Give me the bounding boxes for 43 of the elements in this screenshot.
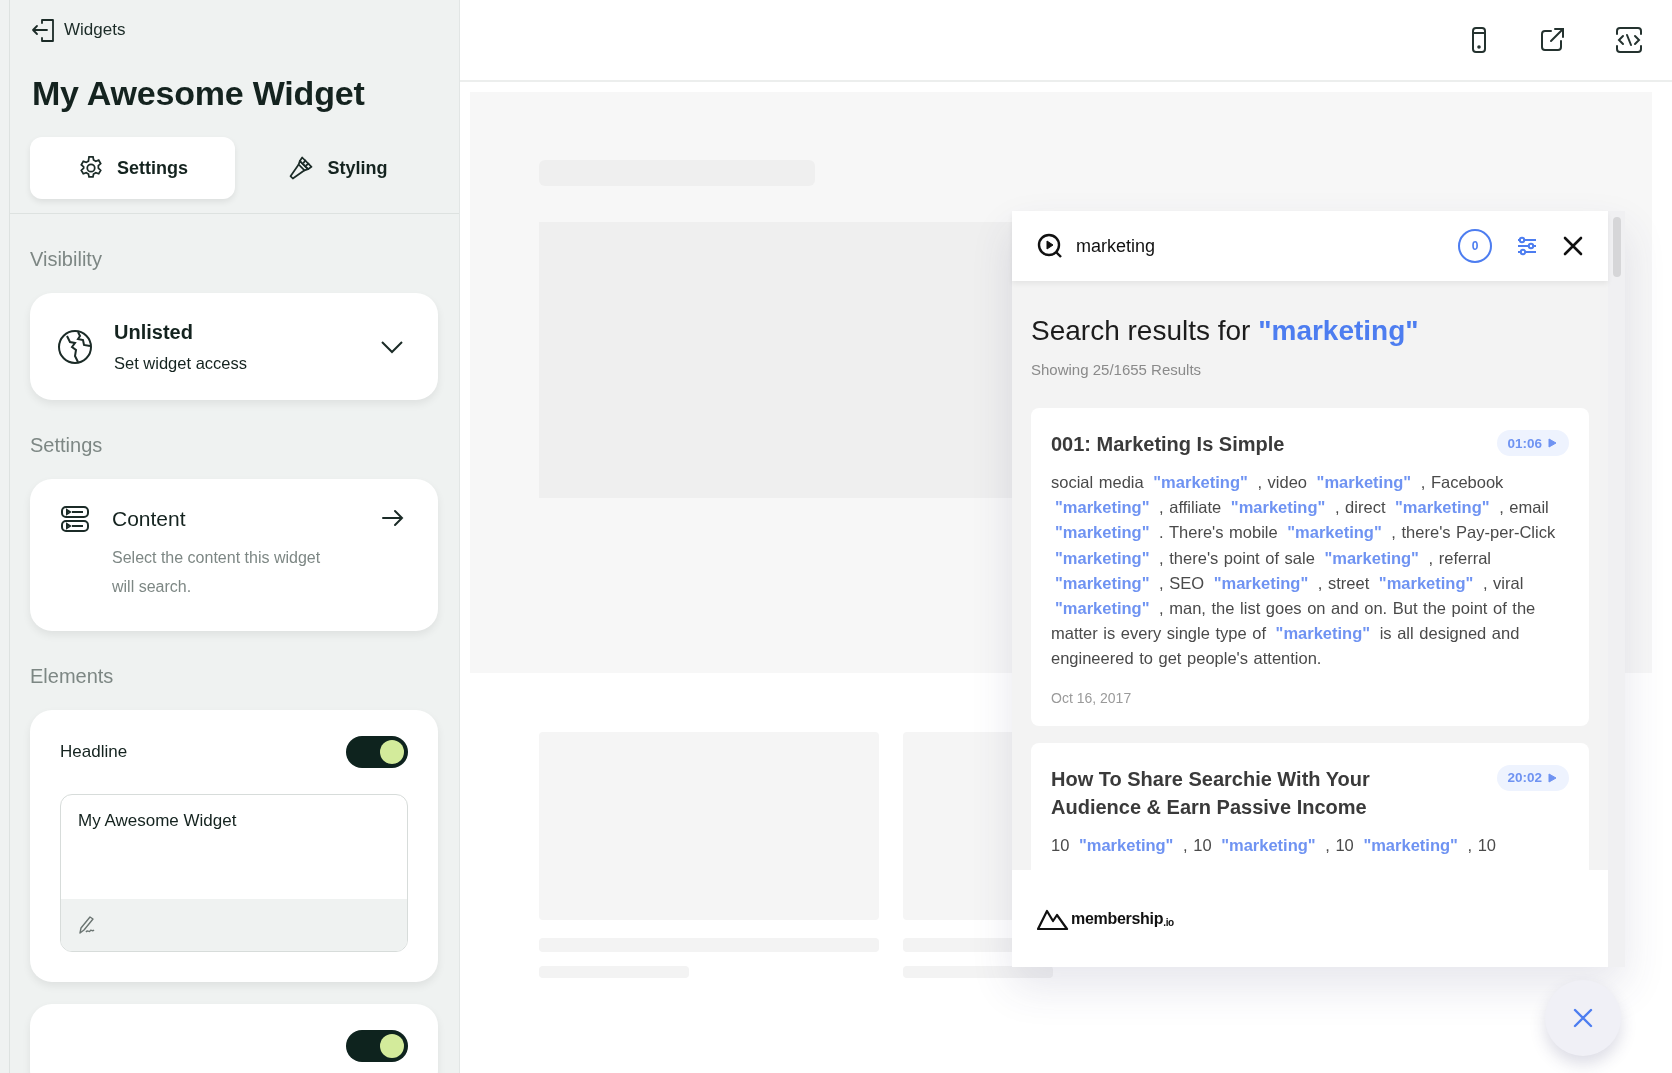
widget-title: My Awesome Widget bbox=[32, 74, 366, 113]
brand-name: membership$_{.io}$ bbox=[1071, 909, 1174, 928]
close-icon bbox=[1571, 1006, 1595, 1030]
result-snippet: social media "marketing" , video "marketing" , Facebook "marketing" , affiliate "marketing" , direct "marketing" , email "marketing" . There's mobile "marketing" , there's Pay-per-Click "marketing" , there's point of sale "marketing" , referral "marketing" , SEO "marketing" , street "marketing" , viral "marketing" , man, the list goes on and on. But the point of the matter is every single type of "marketing" is all designed and engineered to get people's attention. bbox=[1051, 472, 1557, 670]
code-icon bbox=[1614, 26, 1644, 54]
result-card[interactable]: How To Share Searchie With Your Audience & Earn Passive Income 20:02 10 "marketing" , 10 "marketing" , 10 "marketing" , 10 bbox=[1031, 742, 1589, 870]
chevron-down-icon bbox=[380, 339, 404, 354]
headline-input[interactable]: My Awesome Widget bbox=[60, 794, 408, 952]
result-snippet: 10 "marketing" , 10 "marketing" , 10 "marketing" , 10 bbox=[1051, 834, 1497, 856]
sliders-icon bbox=[1516, 235, 1538, 257]
section-heading: Elements bbox=[30, 665, 115, 688]
search-icon bbox=[1036, 232, 1064, 260]
visibility-value: Unlisted bbox=[114, 320, 194, 344]
result-count-badge: 0 bbox=[1458, 229, 1492, 263]
globe-icon bbox=[56, 327, 94, 366]
results-summary: Showing 25/1655 Results bbox=[1031, 361, 1203, 378]
result-title: 001: Marketing Is Simple bbox=[1051, 432, 1285, 457]
play-icon bbox=[1548, 438, 1557, 448]
mountain-logo-icon bbox=[1037, 907, 1069, 930]
content-description: Select the content this widget will search. bbox=[112, 548, 322, 597]
play-icon bbox=[1548, 772, 1557, 783]
tab[interactable]: Settings bbox=[30, 137, 235, 199]
toggle-switch[interactable] bbox=[346, 736, 408, 768]
list-icon bbox=[60, 505, 90, 533]
section-heading: Settings bbox=[30, 434, 104, 457]
content-title: Content bbox=[112, 507, 187, 531]
toggle-switch[interactable] bbox=[346, 1030, 408, 1062]
search-input[interactable]: marketing bbox=[1076, 235, 1446, 257]
result-card[interactable] bbox=[1031, 408, 1589, 726]
section-heading: Visibility bbox=[30, 248, 103, 271]
tab[interactable]: Styling bbox=[235, 137, 440, 199]
back-link[interactable]: Widgets bbox=[30, 16, 126, 44]
result-title: How To Share Searchie With Your Audience & Earn Passive Income bbox=[1051, 766, 1371, 820]
close-icon bbox=[1562, 235, 1584, 257]
external-link-icon bbox=[1538, 26, 1566, 54]
scrollbar-thumb[interactable] bbox=[1612, 217, 1621, 277]
element-label: Headline bbox=[60, 742, 128, 762]
arrow-right-icon bbox=[382, 509, 404, 527]
visibility-dropdown[interactable]: Unlisted Set widget access bbox=[30, 293, 438, 400]
result-date: Oct 16, 2017 bbox=[1051, 689, 1133, 706]
results-heading: Search results for "marketing" bbox=[1031, 315, 1420, 347]
content-settings-card[interactable]: Content Select the content this widget will search. bbox=[30, 479, 438, 631]
visibility-description: Set widget access bbox=[114, 353, 248, 373]
